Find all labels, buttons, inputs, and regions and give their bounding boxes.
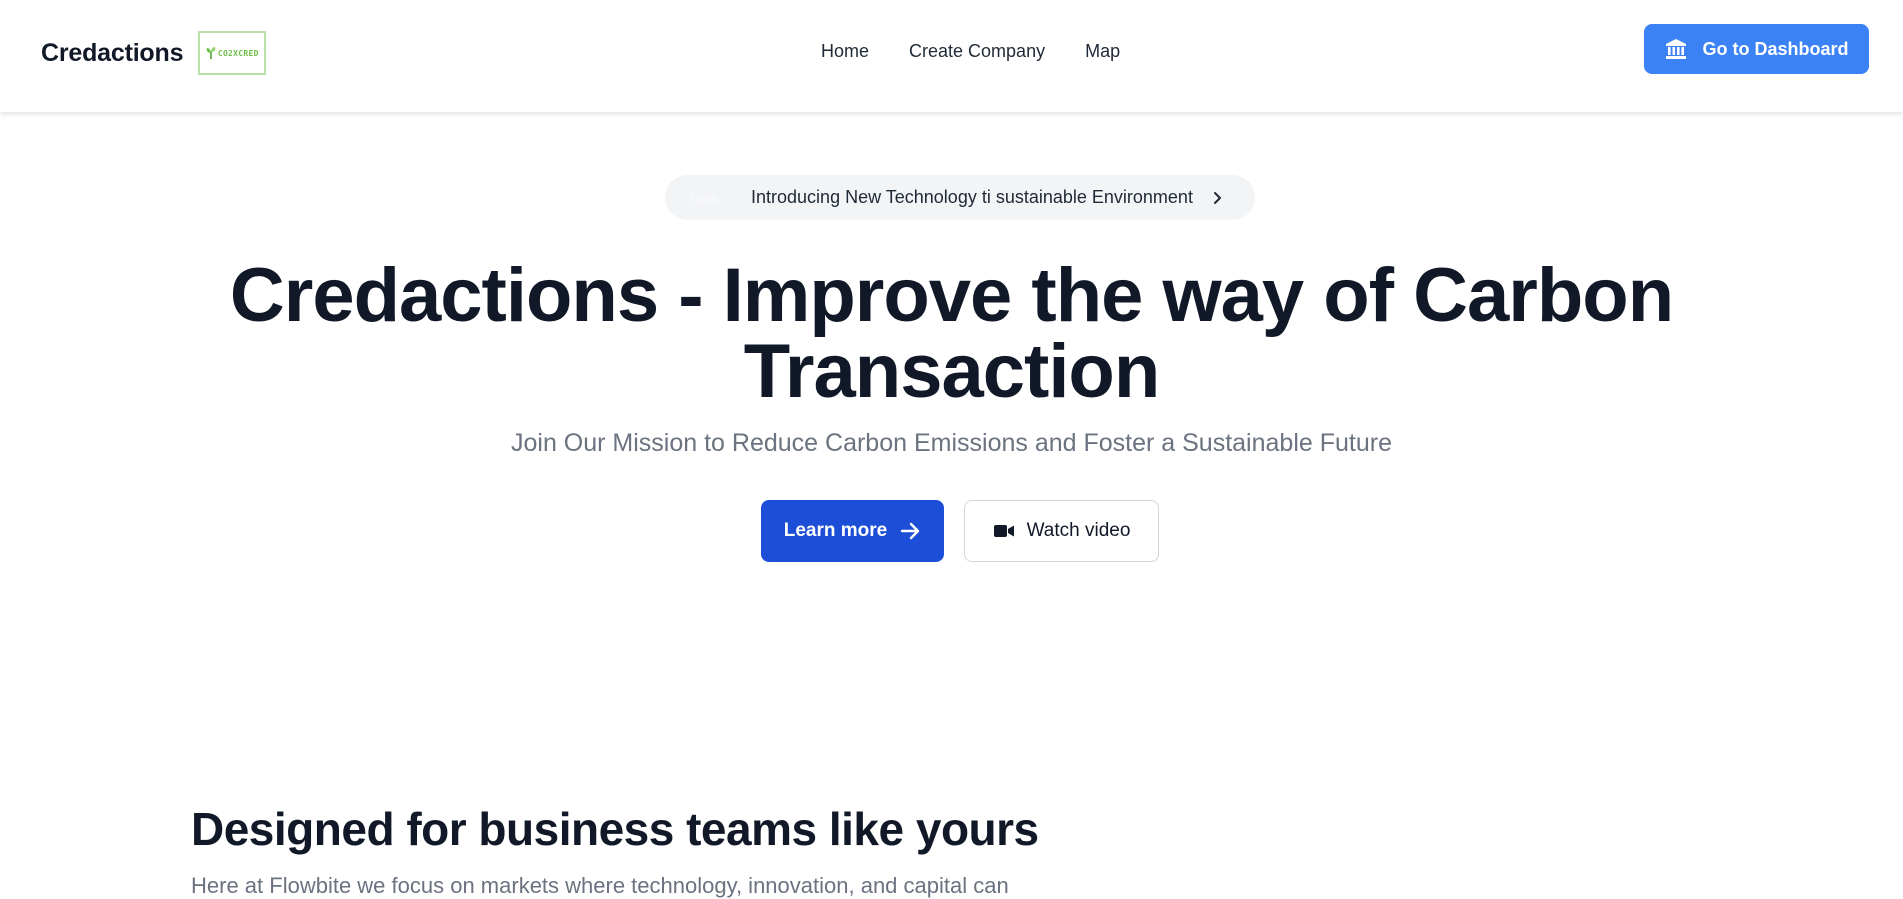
- section-title: Designed for business teams like yours: [191, 803, 1039, 855]
- leaf-icon: [206, 47, 216, 59]
- section-body: Here at Flowbite we focus on markets whe…: [191, 873, 1009, 898]
- bank-icon: [1666, 39, 1687, 59]
- logo-text: CO2XCRED: [217, 48, 259, 58]
- video-camera-icon: [993, 525, 1014, 537]
- nav-link-create-company[interactable]: Create Company: [909, 41, 1045, 61]
- hero-title: Credactions - Improve the way of Carbon …: [0, 258, 1903, 410]
- learn-more-label: Learn more: [783, 520, 888, 541]
- announcement-pill[interactable]: New Introducing New Technology ti sustai…: [665, 175, 1255, 220]
- watch-video-button[interactable]: Watch video: [964, 500, 1159, 562]
- new-badge: New: [689, 189, 718, 206]
- nav-item-create-company: Create Company: [909, 41, 1045, 62]
- go-to-dashboard-label: Go to Dashboard: [1702, 38, 1849, 59]
- main-nav: Home Create Company Map: [821, 41, 1120, 62]
- navbar: Credactions CO2XCRED Home Create Company…: [0, 0, 1903, 112]
- brand-logo: CO2XCRED: [198, 31, 267, 75]
- arrow-right-icon: [901, 522, 920, 540]
- brand-name: Credactions: [41, 38, 184, 67]
- hero-title-line-2: Transaction: [743, 329, 1161, 414]
- announcement-text: Introducing New Technology ti sustainabl…: [751, 187, 1193, 207]
- nav-item-map: Map: [1085, 41, 1120, 62]
- nav-item-home: Home: [821, 41, 869, 62]
- brand[interactable]: Credactions CO2XCRED: [41, 31, 267, 75]
- go-to-dashboard-button[interactable]: Go to Dashboard: [1644, 24, 1869, 74]
- learn-more-button[interactable]: Learn more: [761, 500, 944, 562]
- nav-link-home[interactable]: Home: [821, 41, 869, 61]
- chevron-right-icon: [1213, 191, 1221, 204]
- hero-title-line-1: Credactions - Improve the way of Carbon: [229, 253, 1674, 338]
- watch-video-label: Watch video: [1026, 520, 1131, 541]
- hero-subtitle: Join Our Mission to Reduce Carbon Emissi…: [511, 429, 1392, 457]
- nav-link-map[interactable]: Map: [1085, 41, 1120, 61]
